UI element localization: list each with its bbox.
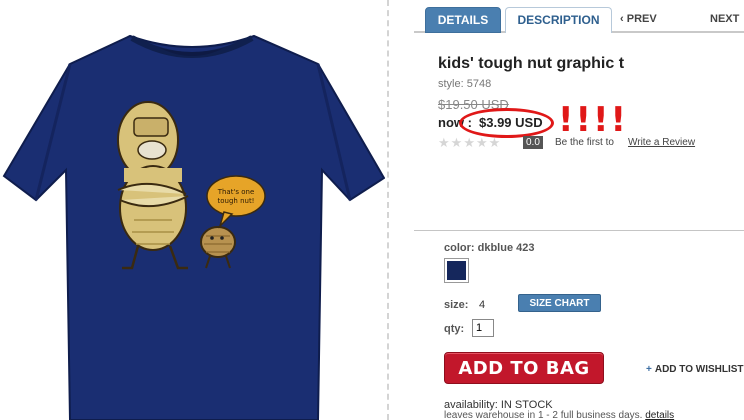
speech-bubble-text: tough nut! (218, 197, 255, 205)
speech-bubble-text: That's one (217, 188, 255, 196)
section-divider (414, 230, 744, 231)
exclamation-annotation: !!!! (558, 100, 629, 140)
prev-label: PREV (626, 13, 657, 25)
dashed-divider (387, 0, 389, 420)
add-to-wishlist-link[interactable]: + ADD TO WISHLIST (646, 364, 744, 375)
product-image[interactable]: That's one tough nut! (0, 0, 386, 420)
star-icon: ★ (488, 135, 502, 150)
product-style: style: 5748 (438, 78, 492, 90)
size-label: size: (444, 299, 469, 311)
add-to-bag-button[interactable]: ADD TO BAG (444, 352, 604, 384)
next-label: NEXT (710, 13, 740, 25)
price-highlight-circle (459, 108, 554, 138)
write-review-link[interactable]: Write a Review (628, 137, 695, 148)
shipping-info: leaves warehouse in 1 - 2 full business … (444, 410, 674, 420)
star-icon: ★ (475, 135, 489, 150)
star-icon: ★ (438, 135, 451, 150)
tshirt-illustration: That's onetough nut! (2, 34, 386, 420)
color-swatch-dkblue[interactable] (444, 258, 469, 283)
qty-label: qty: (444, 323, 465, 335)
next-link[interactable]: NEXT (710, 13, 739, 25)
product-title: kids' tough nut graphic t (438, 55, 625, 72)
size-chart-button[interactable]: SIZE CHART (518, 294, 601, 312)
prev-link[interactable]: ‹ PREV (620, 13, 657, 25)
color-label: color: dkblue 423 (444, 242, 535, 254)
qty-input[interactable] (472, 319, 494, 337)
product-details-panel: DETAILS DESCRIPTION ‹ PREV NEXT kids' to… (414, 0, 744, 420)
star-icon: ★ (450, 135, 464, 150)
plus-icon: + (646, 364, 652, 375)
size-value[interactable]: 4 (479, 299, 485, 311)
tab-details[interactable]: DETAILS (425, 7, 501, 33)
star-icon: ★ (463, 135, 476, 150)
be-first-text: Be the first to (555, 137, 614, 148)
shipping-details-link[interactable]: details (645, 410, 674, 420)
star-rating[interactable]: ★★★★★ (438, 135, 501, 151)
tab-description[interactable]: DESCRIPTION (505, 7, 612, 33)
wishlist-label: ADD TO WISHLIST (654, 364, 744, 375)
chevron-left-icon: ‹ (620, 13, 627, 25)
shipping-text: leaves warehouse in 1 - 2 full business … (444, 410, 643, 420)
rating-score: 0.0 (523, 136, 543, 149)
tab-bar: DETAILS DESCRIPTION ‹ PREV NEXT (414, 0, 744, 33)
